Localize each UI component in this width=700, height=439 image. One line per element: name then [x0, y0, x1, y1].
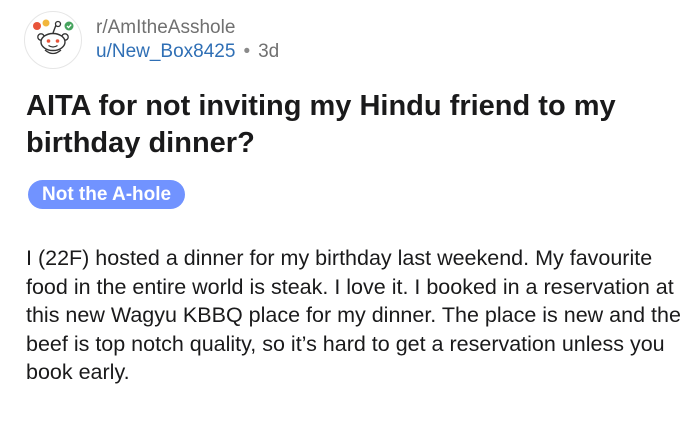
post-meta: r/AmItheAsshole u/New_Box8425 • 3d — [96, 16, 279, 64]
subreddit-avatar-icon[interactable] — [24, 11, 82, 69]
post-title[interactable]: AITA for not inviting my Hindu friend to… — [26, 88, 676, 162]
subreddit-link[interactable]: r/AmItheAsshole — [96, 16, 279, 40]
post-header: r/AmItheAsshole u/New_Box8425 • 3d — [24, 10, 279, 70]
reddit-post: r/AmItheAsshole u/New_Box8425 • 3d AITA … — [0, 0, 700, 439]
meta-separator: • — [243, 41, 251, 62]
post-flair-badge[interactable]: Not the A-hole — [28, 180, 186, 209]
post-body-text: I (22F) hosted a dinner for my birthday … — [26, 246, 681, 384]
author-line: u/New_Box8425 • 3d — [96, 40, 279, 64]
snoo-icon — [33, 19, 74, 55]
author-link[interactable]: u/New_Box8425 — [96, 40, 235, 64]
post-age: 3d — [258, 41, 280, 62]
